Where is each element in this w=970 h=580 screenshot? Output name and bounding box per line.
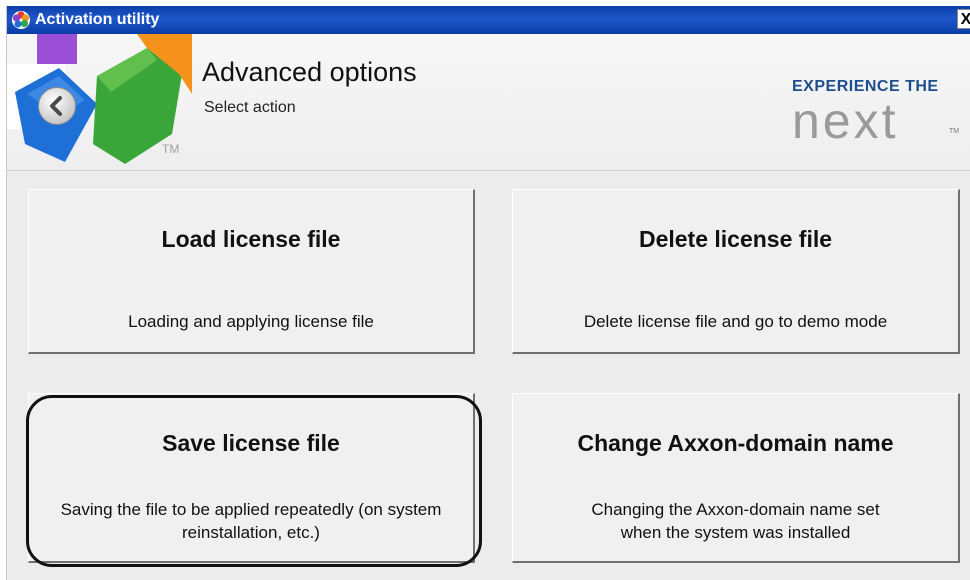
app-icon [12,11,30,29]
header: TM Advanced options Select action EXPERI… [7,34,970,171]
back-button[interactable] [38,87,76,125]
page-subtitle: Select action [204,99,296,116]
load-license-file-button[interactable]: Load license file Loading and applying l… [28,189,475,354]
chevron-left-icon [50,96,62,116]
card-title: Delete license file [638,226,833,252]
window-title: Activation utility [35,11,160,28]
save-license-file-button[interactable]: Save license file Saving the file to be … [28,393,475,563]
title-bar[interactable]: Activation utility X [7,6,970,34]
close-button[interactable]: X [957,9,970,29]
page-title: Advanced options [202,57,417,87]
change-axxon-domain-name-button[interactable]: Change Axxon-domain name Changing the Ax… [512,393,960,563]
card-title: Save license file [162,430,340,456]
card-description: Loading and applying license file [128,312,374,331]
brand-wordmark: next [792,93,899,149]
card-description: Changing the Axxon-domain name set when … [591,500,880,542]
logo-trademark: TM [162,142,180,156]
card-title: Load license file [161,226,341,252]
brand-trademark: TM [949,128,960,135]
card-description: Delete license file and go to demo mode [583,312,888,331]
delete-license-file-button[interactable]: Delete license file Delete license file … [512,189,960,354]
card-title: Change Axxon-domain name [577,430,894,456]
card-description: Saving the file to be applied repeatedly… [60,500,442,542]
activation-utility-window: Activation utility X TM Advanced options… [6,6,970,580]
